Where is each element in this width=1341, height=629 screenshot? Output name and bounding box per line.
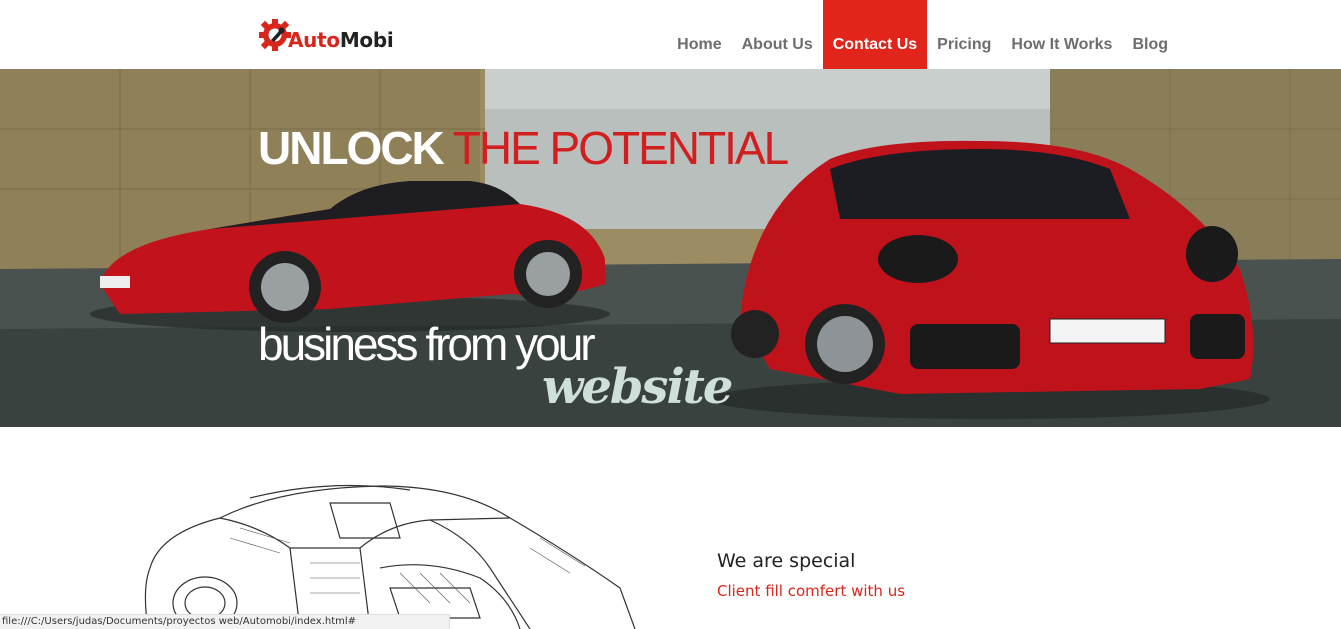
hero-tagline-script: website	[542, 359, 733, 415]
section-title: We are special	[717, 550, 856, 572]
nav-contact-us[interactable]: Contact Us	[822, 0, 928, 69]
logo[interactable]: AutoMobi	[258, 12, 394, 58]
logo-text-mobi: Mobi	[339, 28, 394, 52]
nav-home[interactable]: Home	[667, 0, 731, 69]
nav-pricing[interactable]: Pricing	[927, 0, 1001, 69]
logo-text-auto: Auto	[288, 28, 340, 52]
hero-banner: UNLOCK THE POTENTIAL business from your w…	[0, 69, 1341, 427]
nav-blog[interactable]: Blog	[1122, 0, 1178, 69]
hero-headline-red: THE POTENTIAL	[452, 122, 789, 174]
nav-how-it-works[interactable]: How It Works	[1001, 0, 1122, 69]
browser-status-bar: file:///C:/Users/judas/Documents/proyect…	[0, 614, 450, 629]
car-sketch-image	[144, 484, 636, 629]
site-header: AutoMobi Home About Us Contact Us Pricin…	[0, 0, 1341, 69]
section-subtitle: Client fill comfert with us	[717, 582, 906, 600]
hero-headline-bold: UNLOCK	[258, 122, 445, 174]
wrench-gear-icon	[258, 18, 292, 52]
main-nav: Home About Us Contact Us Pricing How It …	[667, 0, 1178, 69]
logo-wordmark: AutoMobi	[288, 28, 394, 52]
nav-about-us[interactable]: About Us	[732, 0, 823, 69]
hero-headline: UNLOCK THE POTENTIAL	[258, 121, 789, 175]
